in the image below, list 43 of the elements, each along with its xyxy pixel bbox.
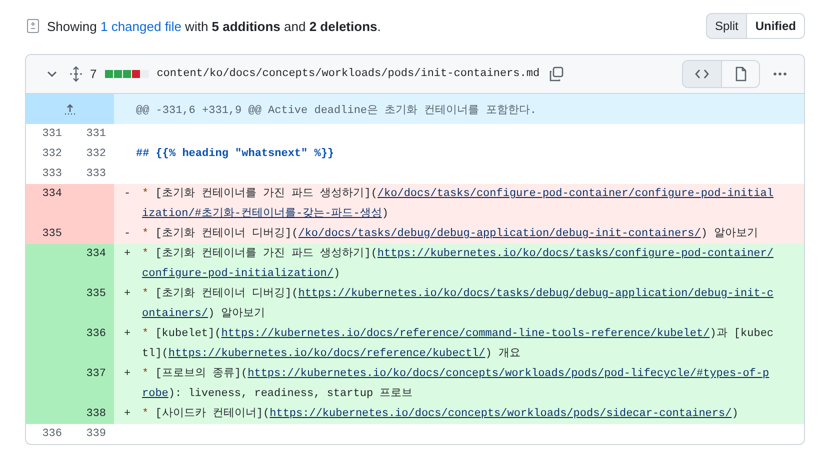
code-line: * [초기화 컨테이너를 가진 파드 생성하기](/ko/docs/tasks/configure-pod-container/configure-pod-initialization/#초기화-컨테이너를-갖는-파드-생성) <box>141 186 774 222</box>
line-number: 335 <box>70 284 114 324</box>
file-diff-icon <box>25 18 41 34</box>
line-number: 331 <box>41 127 63 142</box>
file-path: content/ko/docs/concepts/workloads/pods/init-containers.md <box>156 68 540 80</box>
summary-text: Showing 1 changed file with 5 additions and 2 deletions. <box>47 18 381 34</box>
diff-sign: - <box>123 227 132 242</box>
code-line: * [kubelet](https://kubernetes.io/docs/reference/command-line-tools-reference/kubelet/)과 [kubectl](https://kubernetes.io/ko/docs/reference/kubectl/) 개요 <box>141 326 774 362</box>
change-count: 7 <box>90 67 97 81</box>
diff-sign: - <box>123 187 132 202</box>
line-number: 331 <box>85 127 107 142</box>
line-number: 333 <box>41 167 63 182</box>
changed-files-link[interactable]: 1 changed file <box>100 18 182 34</box>
line-number: 333 <box>85 167 107 182</box>
line-number: 337 <box>70 364 114 404</box>
diff-sign: + <box>123 327 132 342</box>
copy-icon[interactable] <box>548 66 564 82</box>
line-number: 334 <box>70 244 114 284</box>
line-number: 335 <box>26 224 70 244</box>
code-line: * [사이드카 컨테이너](https://kubernetes.io/docs/concepts/workloads/pods/sidecar-containers/) <box>141 406 738 422</box>
diff-sign: + <box>123 247 132 262</box>
line-number: 336 <box>70 324 114 364</box>
line-number: 338 <box>70 404 114 424</box>
code-line: * [초기화 컨테이너를 가진 파드 생성하기](https://kubernetes.io/ko/docs/tasks/configure-pod-container/configure-pod-initialization/) <box>141 246 774 282</box>
hunk-header: @@ -331,6 +331,9 @@ Active deadline은 초기화 컨테이너를 포함한다. <box>136 104 536 116</box>
line-number: 332 <box>85 147 107 162</box>
file-view-button[interactable] <box>721 61 759 87</box>
diff-sign: + <box>123 287 132 302</box>
line-number: 332 <box>41 147 63 162</box>
code-view-button[interactable] <box>683 61 721 87</box>
view-mode-tab[interactable]: Unified <box>746 14 804 38</box>
expand-icon[interactable] <box>68 66 84 82</box>
diff-stat-drawing <box>104 70 149 78</box>
code-line: * [초기화 컨테이너 디버깅](/ko/docs/tasks/debug/debug-application/debug-init-containers/) 알아보기 <box>141 226 758 242</box>
line-number: 336 <box>41 427 63 442</box>
line-number: 339 <box>85 427 107 442</box>
diff-sign: + <box>123 407 132 422</box>
line-number: 334 <box>26 184 70 224</box>
code-line: * [프로브의 종류](https://kubernetes.io/ko/docs/concepts/workloads/pods/pod-lifecycle/#types-of-probe): liveness, readiness, startup 프로브 <box>141 366 770 402</box>
view-mode-tab[interactable]: Split <box>706 14 746 38</box>
code-line: * [초기화 컨테이너 디버깅](https://kubernetes.io/ko/docs/tasks/debug/debug-application/debug-init-containers/) 알아보기 <box>141 286 774 322</box>
diff-sign: + <box>123 367 132 382</box>
code-line: ## {{% heading "whatsnext" %}} <box>136 147 334 162</box>
